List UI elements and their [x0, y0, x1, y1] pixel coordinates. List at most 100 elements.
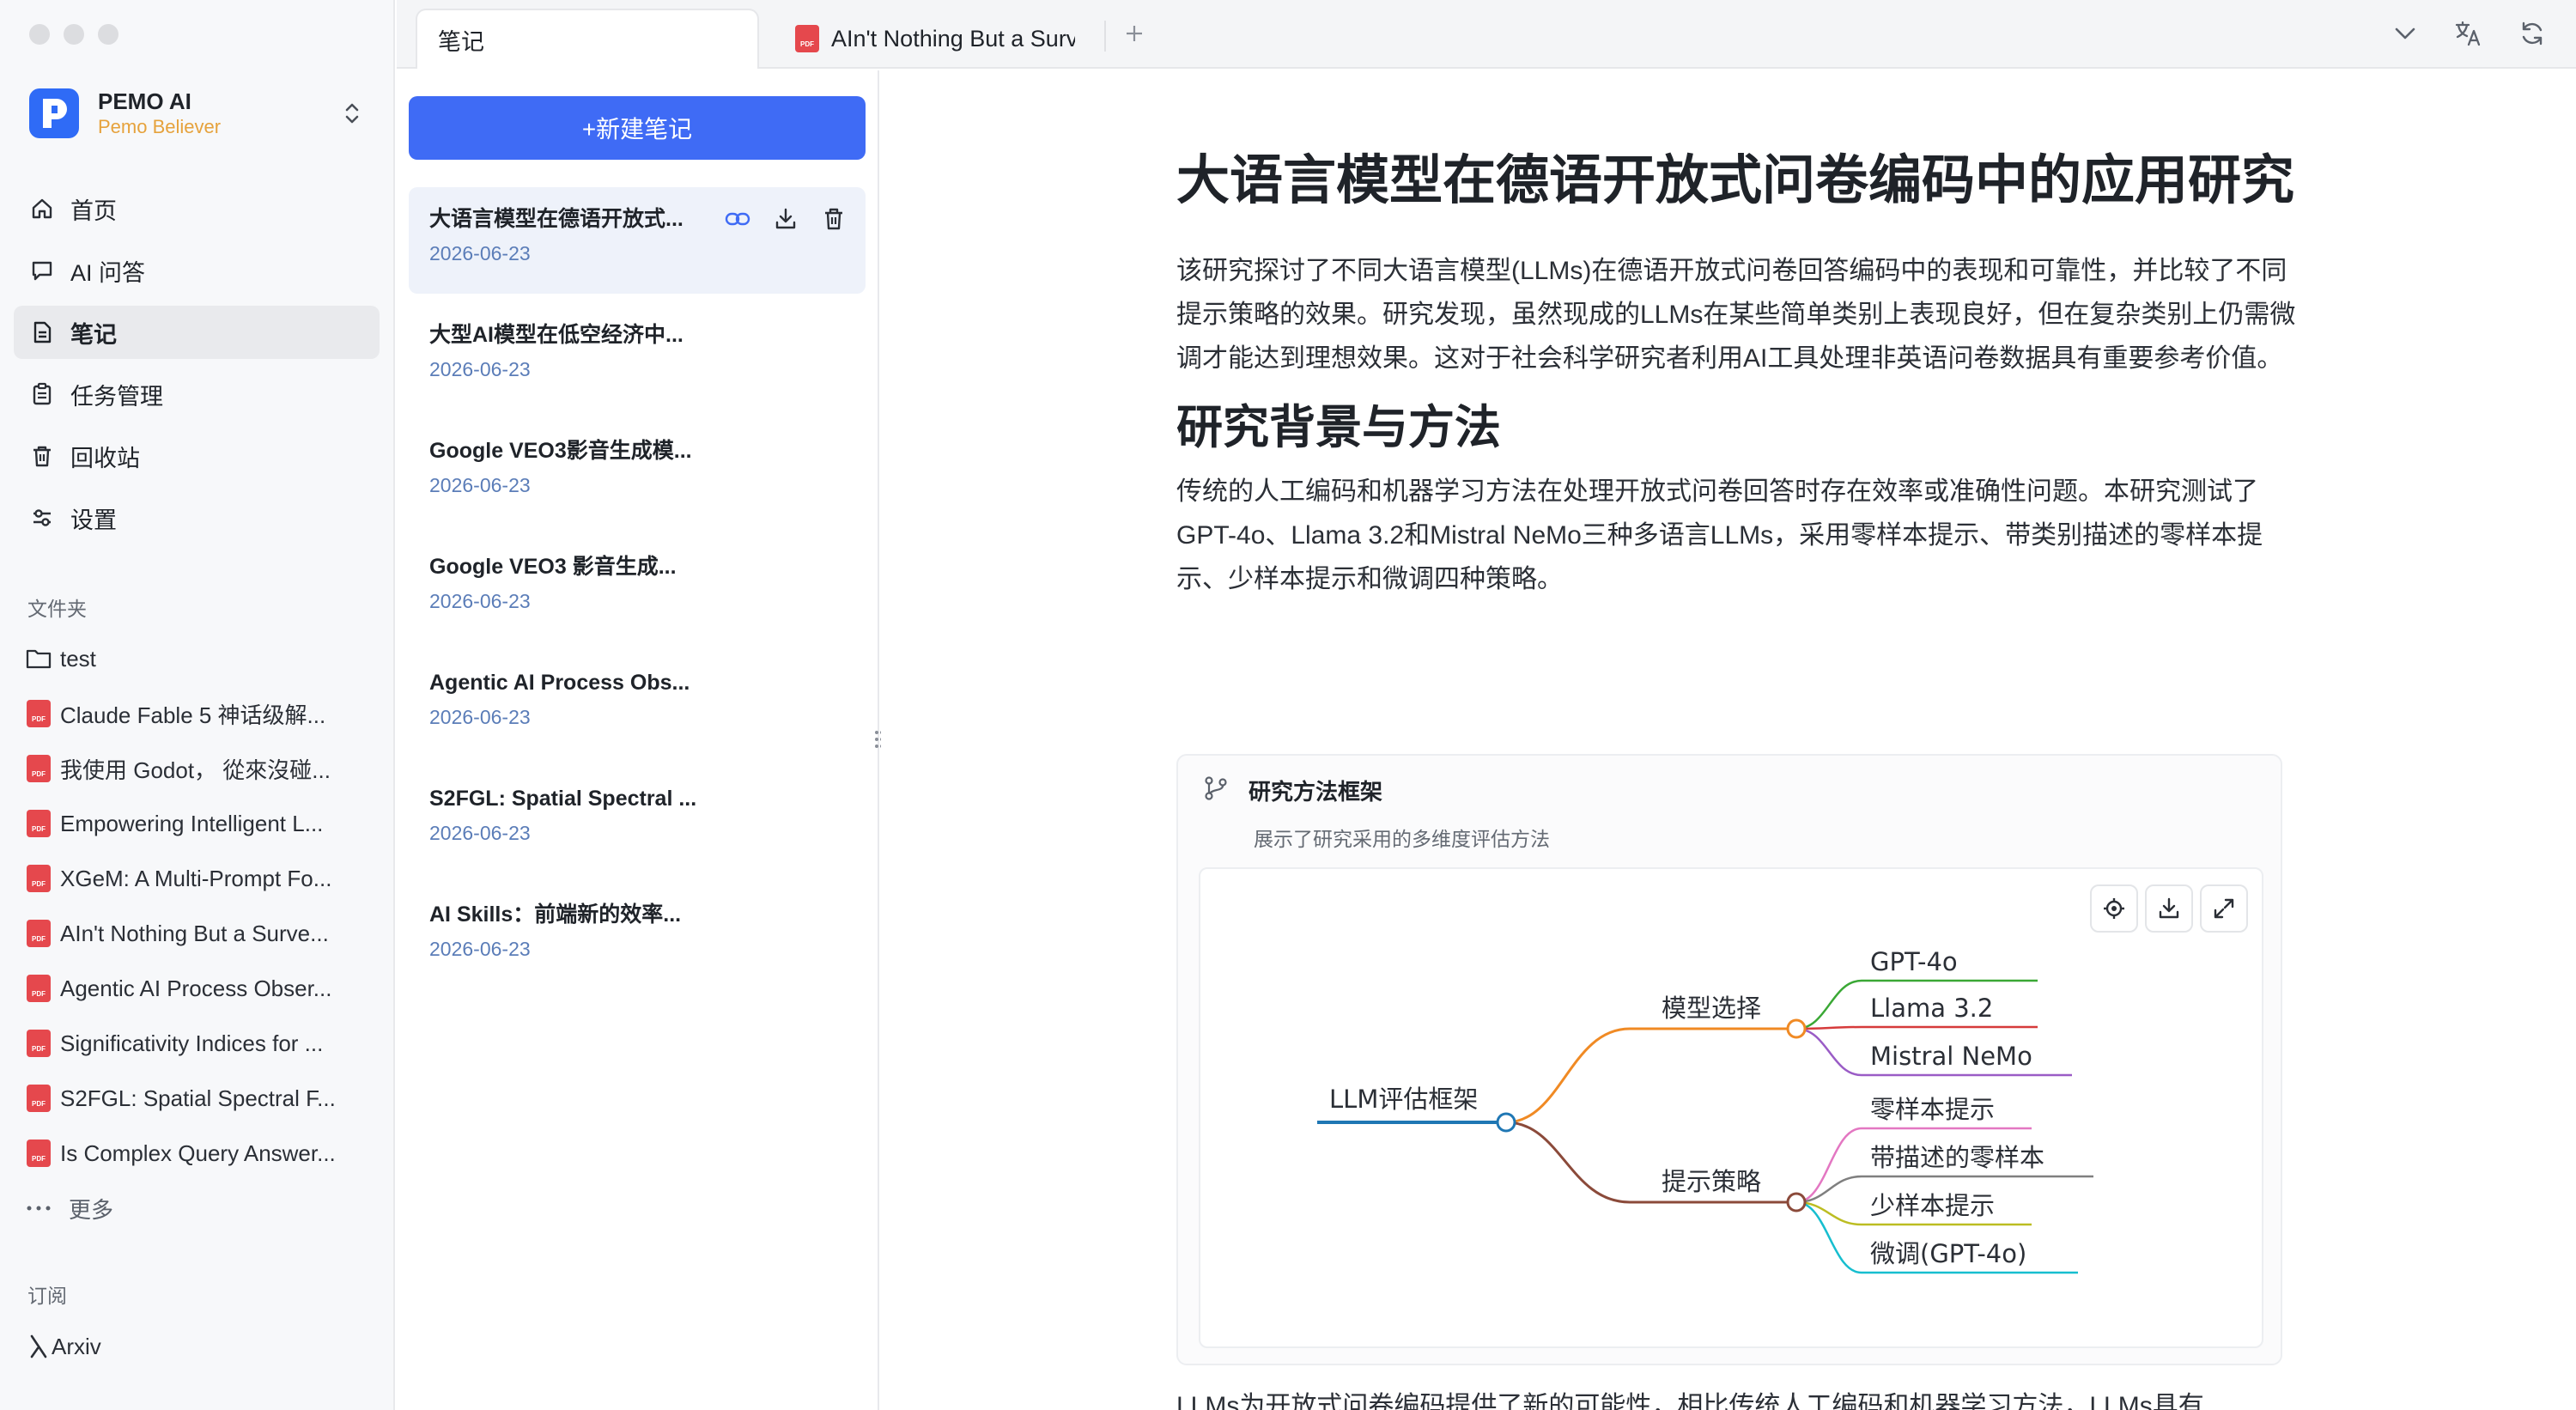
- new-note-button[interactable]: +新建笔记: [409, 96, 866, 160]
- pdf-item[interactable]: Empowering Intelligent L...: [26, 796, 376, 851]
- article-paragraph-partial: LLMs为开放式问卷编码提供了新的可能性，相比传统人工编码和机器学习方法，LLM…: [1176, 1392, 2204, 1410]
- window-controls: [29, 24, 118, 45]
- home-icon: [27, 194, 57, 223]
- pdf-label: AIn't Nothing But a Surve...: [60, 920, 329, 946]
- note-date: 2026-06-23: [429, 938, 531, 960]
- expand-icon[interactable]: [2200, 884, 2248, 933]
- note-content: 大语言模型在德语开放式问卷编码中的应用研究 该研究探讨了不同大语言模型(LLMs…: [881, 70, 2576, 1410]
- pdf-item[interactable]: Significativity Indices for ...: [26, 1016, 376, 1071]
- note-title: S2FGL: Spatial Spectral ...: [429, 787, 697, 811]
- branch-label-model: 模型选择: [1662, 994, 1761, 1023]
- pdf-item[interactable]: Agentic AI Process Obser...: [26, 961, 376, 1016]
- nav-item-label: 首页: [70, 198, 117, 224]
- maximize-window-button[interactable]: [98, 24, 118, 45]
- nav-item-home[interactable]: 首页: [14, 182, 380, 235]
- trash-icon: [27, 441, 57, 471]
- download-icon[interactable]: [771, 204, 800, 234]
- nav-item-trash[interactable]: 回收站: [14, 429, 380, 483]
- nav-item-settings[interactable]: 设置: [14, 491, 380, 544]
- note-item[interactable]: S2FGL: Spatial Spectral ... 2026-06-23: [409, 767, 866, 873]
- root-node-label: LLM评估框架: [1329, 1085, 1478, 1114]
- download-icon[interactable]: [2145, 884, 2193, 933]
- pdf-item[interactable]: Is Complex Query Answer...: [26, 1126, 376, 1181]
- workspace-switcher[interactable]: PEMO AI Pemo Believer: [29, 86, 368, 141]
- pdf-item[interactable]: Claude Fable 5 神话级解...: [26, 686, 376, 741]
- link-icon[interactable]: [723, 204, 752, 234]
- arxiv-icon: [26, 1332, 52, 1361]
- delete-icon[interactable]: [819, 204, 848, 234]
- pdf-icon: [27, 865, 51, 892]
- pdf-item[interactable]: XGeM: A Multi-Prompt Fo...: [26, 851, 376, 906]
- close-window-button[interactable]: [29, 24, 50, 45]
- sidebar: PEMO AI Pemo Believer 首页 AI 问答 笔记 任务管理 回…: [0, 0, 395, 1410]
- subscription-label: Arxiv: [52, 1333, 101, 1359]
- note-item[interactable]: Google VEO3影音生成模... 2026-06-23: [409, 419, 866, 526]
- note-item[interactable]: Google VEO3 影音生成... 2026-06-23: [409, 535, 866, 641]
- subscriptions-section-title: 订阅: [27, 1285, 67, 1307]
- more-folders-button[interactable]: 更多: [26, 1181, 376, 1236]
- pdf-item[interactable]: AIn't Nothing But a Surve...: [26, 906, 376, 961]
- more-dots-icon: [26, 1194, 52, 1223]
- subscription-item-arxiv[interactable]: Arxiv: [26, 1321, 101, 1372]
- pemo-logo-icon: [29, 88, 79, 138]
- note-icon: [27, 318, 57, 347]
- leaf-label: 少样本提示: [1870, 1191, 1995, 1220]
- note-title: Google VEO3影音生成模...: [429, 439, 692, 463]
- note-title: AI Skills：前端新的效率...: [429, 903, 682, 927]
- note-item[interactable]: AI Skills：前端新的效率... 2026-06-23: [409, 883, 866, 989]
- refresh-icon[interactable]: [2514, 15, 2550, 52]
- branch-node: [1786, 1192, 1807, 1212]
- note-item[interactable]: 大型AI模型在低空经济中... 2026-06-23: [409, 303, 866, 410]
- brand-name: PEMO AI: [98, 88, 191, 114]
- pdf-item[interactable]: 我使用 Godot， 從來沒碰...: [26, 741, 376, 796]
- diagram-card: 研究方法框架 展示了研究采用的多维度评估方法 LLM评估框架 模型选择 提示策略: [1176, 754, 2282, 1365]
- nav-item-ai-qa[interactable]: AI 问答: [14, 244, 380, 297]
- folder-item[interactable]: test: [26, 631, 376, 686]
- pdf-label: Is Complex Query Answer...: [60, 1140, 336, 1166]
- pdf-icon: [795, 25, 819, 52]
- pdf-icon: [27, 700, 51, 727]
- mindmap-canvas: LLM评估框架 模型选择 提示策略 GPT-4o Llama 3.2 Mistr…: [1199, 867, 2263, 1348]
- pdf-label: Claude Fable 5 神话级解...: [60, 702, 326, 728]
- nav-item-tasks[interactable]: 任务管理: [14, 368, 380, 421]
- tab-notes[interactable]: 笔记: [416, 9, 759, 69]
- translate-icon[interactable]: [2451, 15, 2487, 52]
- article-intro: 该研究探讨了不同大语言模型(LLMs)在德语开放式问卷回答编码中的表现和可靠性，…: [1176, 257, 2296, 373]
- mindmap: LLM评估框架 模型选择 提示策略 GPT-4o Llama 3.2 Mistr…: [1317, 947, 2093, 1274]
- chat-icon: [27, 256, 57, 285]
- folder-icon: [26, 644, 52, 673]
- pdf-icon: [27, 975, 51, 1002]
- root-node: [1496, 1112, 1516, 1133]
- chevron-updown-icon[interactable]: [337, 98, 368, 129]
- nav-item-notes[interactable]: 笔记: [14, 306, 380, 359]
- note-item[interactable]: Agentic AI Process Obs... 2026-06-23: [409, 651, 866, 757]
- tab-pdf-document[interactable]: AIn't Nothing But a Surv: [775, 9, 1075, 69]
- main-nav: 首页 AI 问答 笔记 任务管理 回收站 设置: [14, 182, 380, 553]
- note-date: 2026-06-23: [429, 358, 531, 380]
- new-tab-button[interactable]: [1115, 14, 1154, 53]
- pdf-icon: [27, 1140, 51, 1167]
- locate-icon[interactable]: [2090, 884, 2138, 933]
- pdf-icon: [27, 755, 51, 782]
- note-item[interactable]: 大语言模型在德语开放式... 2026-06-23: [409, 187, 866, 294]
- settings-icon: [27, 503, 57, 532]
- leaf-edge: [1795, 1025, 2038, 1030]
- pdf-item[interactable]: S2FGL: Spatial Spectral F...: [26, 1071, 376, 1126]
- note-date: 2026-06-23: [429, 822, 531, 844]
- pdf-icon: [27, 920, 51, 947]
- chevron-down-icon[interactable]: [2387, 15, 2423, 52]
- leaf-label: 零样本提示: [1870, 1095, 1995, 1124]
- leaf-label: Llama 3.2: [1870, 994, 1993, 1023]
- minimize-window-button[interactable]: [64, 24, 84, 45]
- pdf-label: Agentic AI Process Obser...: [60, 975, 332, 1001]
- folders-section-title: 文件夹: [27, 598, 87, 620]
- clipboard-icon: [27, 380, 57, 409]
- pdf-label: S2FGL: Spatial Spectral F...: [60, 1085, 336, 1111]
- leaf-label: GPT-4o: [1870, 947, 1958, 976]
- note-actions: [723, 204, 848, 234]
- diagram-title: 研究方法框架: [1249, 779, 1383, 805]
- pdf-icon: [27, 1030, 51, 1057]
- note-list-panel: +新建笔记 大语言模型在德语开放式... 2026-06-23 大型AI模型在低…: [397, 70, 879, 1410]
- more-label: 更多: [69, 1196, 114, 1223]
- tab-divider: [1104, 21, 1106, 52]
